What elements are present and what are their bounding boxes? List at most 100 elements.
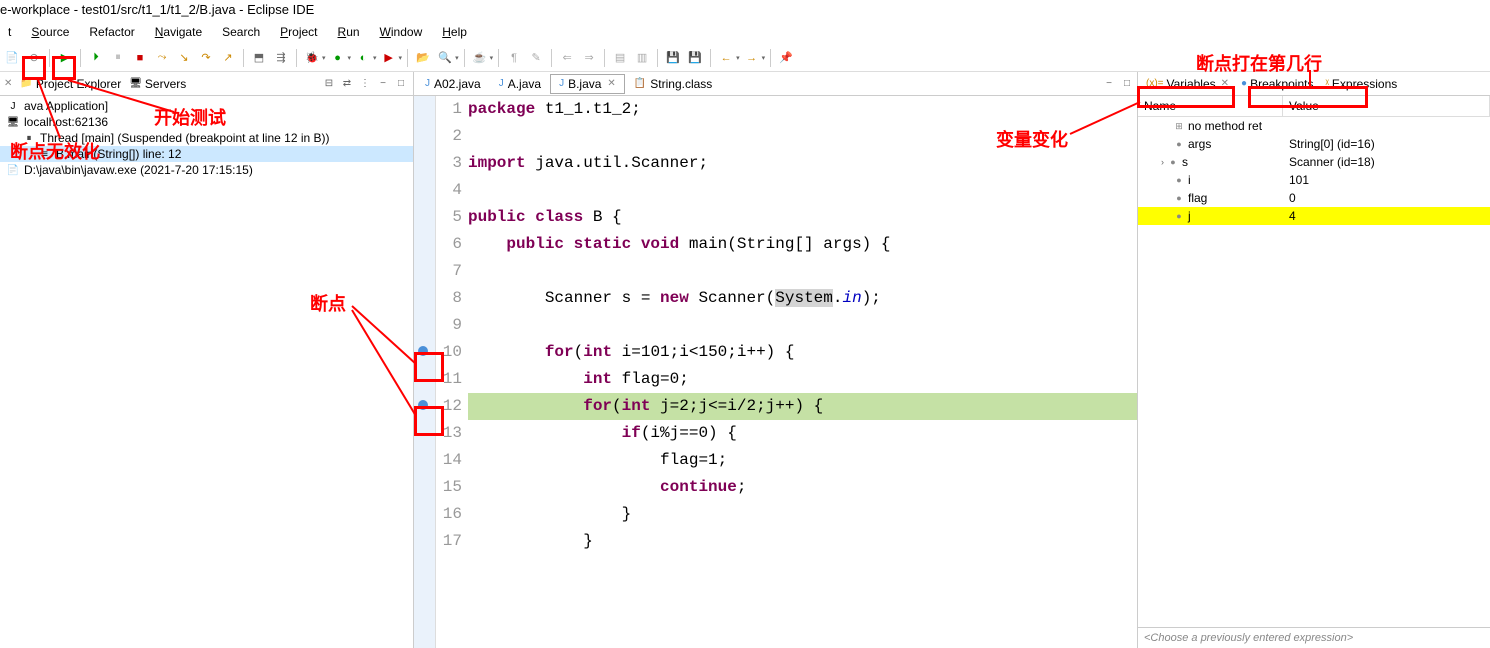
- code-line[interactable]: [468, 177, 1137, 204]
- code-line[interactable]: int flag=0;: [468, 366, 1137, 393]
- next-edit-button[interactable]: ⇒: [579, 48, 599, 68]
- save-button[interactable]: 💾: [663, 48, 683, 68]
- servers-tab[interactable]: 🖥 Servers: [125, 75, 190, 93]
- save-all-button[interactable]: 💾: [685, 48, 705, 68]
- expressions-tab[interactable]: ᵡ Expressions: [1319, 75, 1403, 93]
- project-explorer-tab[interactable]: 📁 Project Explorer: [16, 75, 125, 93]
- ext-tools-button[interactable]: ▶: [379, 48, 399, 68]
- menu-window[interactable]: Window: [372, 24, 431, 42]
- menu-project[interactable]: Project: [272, 24, 325, 42]
- step-over-button[interactable]: ↷: [196, 48, 216, 68]
- breakpoints-tab[interactable]: ● Breakpoints: [1235, 75, 1319, 93]
- variable-row[interactable]: ›●sScanner (id=18): [1138, 153, 1490, 171]
- code-area[interactable]: package t1_1.t1_2;import java.util.Scann…: [468, 96, 1137, 648]
- align-right-button[interactable]: ▥: [632, 48, 652, 68]
- code-line[interactable]: Scanner s = new Scanner(System.in);: [468, 285, 1137, 312]
- breakpoint-marker[interactable]: [418, 346, 428, 356]
- minimize-editor-icon[interactable]: −: [1101, 76, 1117, 92]
- var-header-name[interactable]: Name: [1138, 96, 1283, 116]
- menu-navigate[interactable]: Navigate: [147, 24, 210, 42]
- var-icon: ●: [1173, 138, 1185, 150]
- drop-frame-button[interactable]: ⬒: [249, 48, 269, 68]
- variable-row[interactable]: ●i101: [1138, 171, 1490, 189]
- prev-edit-button[interactable]: ⇐: [557, 48, 577, 68]
- editor-tab-a-java[interactable]: JA.java: [490, 74, 550, 94]
- code-line[interactable]: for(int j=2;j<=i/2;j++) {: [468, 393, 1137, 420]
- code-line[interactable]: public static void main(String[] args) {: [468, 231, 1137, 258]
- debug-tree-row[interactable]: ⏸Thread [main] (Suspended (breakpoint at…: [0, 130, 413, 146]
- variable-row[interactable]: ⊞no method ret: [1138, 117, 1490, 135]
- code-line[interactable]: continue;: [468, 474, 1137, 501]
- debug-start-button[interactable]: ▶: [55, 48, 75, 68]
- code-line[interactable]: flag=1;: [468, 447, 1137, 474]
- open-type-button[interactable]: 📂: [413, 48, 433, 68]
- tab-close-icon[interactable]: ✕: [4, 78, 12, 89]
- editor-tab-string-class[interactable]: 📋String.class: [625, 74, 721, 94]
- debug-tree-row[interactable]: Java Application]: [0, 98, 413, 114]
- debug-tree-row[interactable]: ≡B.main(String[]) line: 12: [0, 146, 413, 162]
- run-button[interactable]: ●: [328, 48, 348, 68]
- menu-search[interactable]: Search: [214, 24, 268, 42]
- menu-source[interactable]: Source: [23, 24, 77, 42]
- expression-footer[interactable]: <Choose a previously entered expression>: [1138, 627, 1490, 648]
- window-title: e-workplace - test01/src/t1_1/t1_2/B.jav…: [0, 0, 1490, 22]
- variables-tab[interactable]: (x)= Variables ✕: [1140, 75, 1235, 93]
- maximize-editor-icon[interactable]: □: [1119, 76, 1135, 92]
- variable-row[interactable]: ●argsString[0] (id=16): [1138, 135, 1490, 153]
- collapse-all-icon[interactable]: ⊟: [321, 76, 337, 92]
- breakpoint-marker[interactable]: [418, 400, 428, 410]
- maximize-view-icon[interactable]: □: [393, 76, 409, 92]
- view-menu-icon[interactable]: ⋮: [357, 76, 373, 92]
- code-line[interactable]: }: [468, 528, 1137, 555]
- coverage-button[interactable]: ◐: [353, 48, 373, 68]
- pin-button[interactable]: 📌: [776, 48, 796, 68]
- code-line[interactable]: [468, 123, 1137, 150]
- step-filter-button[interactable]: ⇶: [271, 48, 291, 68]
- menu-t[interactable]: t: [0, 24, 19, 42]
- step-return-button[interactable]: ↗: [218, 48, 238, 68]
- open-task-button[interactable]: 🔍: [435, 48, 455, 68]
- new-java-button[interactable]: ☕: [470, 48, 490, 68]
- step-into-button[interactable]: ↘: [174, 48, 194, 68]
- code-line[interactable]: public class B {: [468, 204, 1137, 231]
- debug-tree-row[interactable]: 📄D:\java\bin\javaw.exe (2021-7-20 17:15:…: [0, 162, 413, 178]
- toggle-mark-button[interactable]: ✎: [526, 48, 546, 68]
- code-line[interactable]: [468, 258, 1137, 285]
- code-line[interactable]: if(i%j==0) {: [468, 420, 1137, 447]
- folder-icon: 📁: [20, 78, 32, 89]
- align-left-button[interactable]: ▤: [610, 48, 630, 68]
- editor-tab-a02-java[interactable]: J A02.java: [416, 74, 490, 94]
- menu-help[interactable]: Help: [434, 24, 475, 42]
- var-header-value[interactable]: Value: [1283, 96, 1490, 116]
- menu-run[interactable]: Run: [330, 24, 368, 42]
- tab-label: A02.java: [434, 77, 481, 91]
- link-editor-icon[interactable]: ⇄: [339, 76, 355, 92]
- var-tab-close-icon[interactable]: ✕: [1221, 78, 1229, 89]
- tab-close-icon[interactable]: ✕: [607, 78, 615, 89]
- menu-refactor[interactable]: Refactor: [81, 24, 142, 42]
- forward-button[interactable]: →: [742, 48, 762, 68]
- disconnect-button[interactable]: ⤳: [152, 48, 172, 68]
- new-button[interactable]: 📄: [2, 48, 22, 68]
- code-line[interactable]: package t1_1.t1_2;: [468, 96, 1137, 123]
- code-line[interactable]: }: [468, 501, 1137, 528]
- skip-breakpoints-button[interactable]: ⊘: [24, 48, 44, 68]
- toggle-ws-button[interactable]: ¶: [504, 48, 524, 68]
- editor-tab-b-java[interactable]: JB.java✕: [550, 74, 625, 94]
- code-line[interactable]: import java.util.Scanner;: [468, 150, 1137, 177]
- editor-body[interactable]: 1234567891011121314151617 package t1_1.t…: [414, 96, 1137, 648]
- breakpoint-gutter[interactable]: [414, 96, 436, 648]
- back-button[interactable]: ←: [716, 48, 736, 68]
- suspend-button[interactable]: ⏸: [108, 48, 128, 68]
- code-line[interactable]: for(int i=101;i<150;i++) {: [468, 339, 1137, 366]
- code-line[interactable]: [468, 312, 1137, 339]
- variable-row[interactable]: ●flag0: [1138, 189, 1490, 207]
- terminate-button[interactable]: ■: [130, 48, 150, 68]
- debug-tree-row[interactable]: 🖥localhost:62136: [0, 114, 413, 130]
- variable-row[interactable]: ●j4: [1138, 207, 1490, 225]
- debug-button[interactable]: 🐞: [302, 48, 322, 68]
- file-icon: J: [425, 78, 430, 89]
- expressions-tab-label: Expressions: [1332, 77, 1397, 91]
- resume-button[interactable]: ⏵: [86, 48, 106, 68]
- minimize-view-icon[interactable]: −: [375, 76, 391, 92]
